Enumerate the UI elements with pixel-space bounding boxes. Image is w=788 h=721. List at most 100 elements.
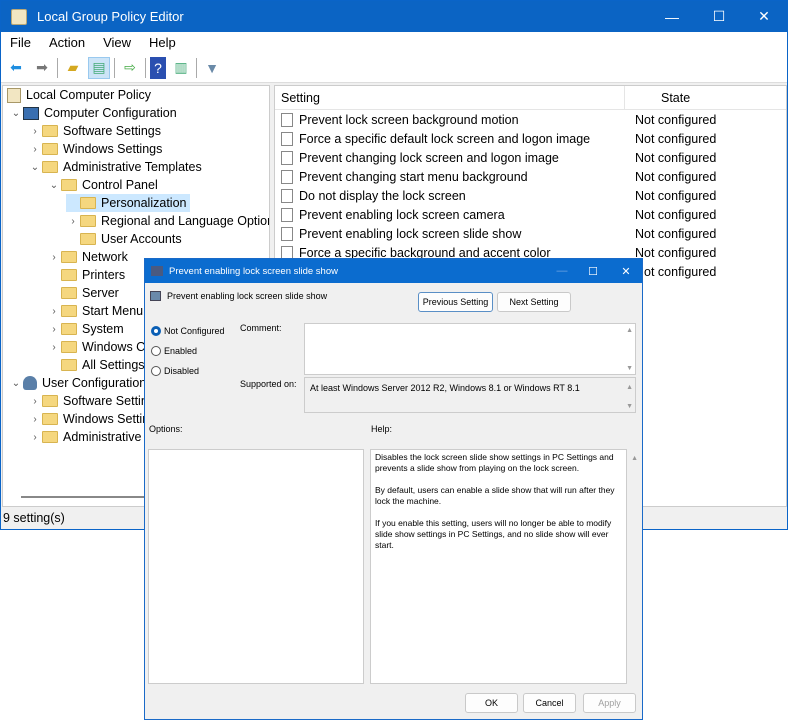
- tree-item[interactable]: ⌄Computer Configuration: [9, 104, 177, 122]
- minimize-button[interactable]: —: [649, 1, 695, 32]
- setting-cell: Prevent enabling lock screen slide show: [275, 227, 625, 241]
- state-cell: Not configured: [625, 113, 716, 127]
- help-paragraph: Disables the lock screen slide show sett…: [375, 452, 622, 474]
- tree-item[interactable]: ›Network: [47, 248, 128, 266]
- tree-item[interactable]: › Software Settings: [28, 122, 161, 140]
- dialog-maximize-button[interactable]: ☐: [578, 259, 608, 283]
- table-row[interactable]: Prevent changing start menu backgroundNo…: [275, 167, 786, 186]
- menu-file[interactable]: File: [1, 35, 40, 50]
- tree-item-label: User Accounts: [101, 232, 182, 246]
- tree-item-label: All Settings: [82, 358, 145, 372]
- tree-item[interactable]: ⌄User Configuration: [9, 374, 146, 392]
- folder-icon: [80, 215, 96, 227]
- user-icon: [23, 376, 37, 390]
- show-hide-tree-icon[interactable]: ▤: [88, 57, 110, 79]
- policy-icon: [7, 88, 21, 103]
- tree-item-label: Administrative Templates: [63, 160, 202, 174]
- options-label: Options:: [149, 424, 183, 434]
- dialog-icon: [151, 266, 163, 276]
- forward-icon[interactable]: ➡: [31, 57, 53, 79]
- cancel-button[interactable]: Cancel: [523, 693, 576, 713]
- setting-cell: Prevent enabling lock screen camera: [275, 208, 625, 222]
- setting-name: Prevent changing start menu background: [299, 170, 528, 184]
- tree-item[interactable]: Server: [47, 284, 119, 302]
- help-pane[interactable]: Disables the lock screen slide show sett…: [370, 449, 627, 684]
- chevron-icon[interactable]: ›: [28, 144, 42, 155]
- tree-item[interactable]: ›System: [47, 320, 124, 338]
- tree-item[interactable]: Printers: [47, 266, 125, 284]
- radio-enabled[interactable]: Enabled: [151, 346, 197, 356]
- chevron-icon[interactable]: ›: [47, 252, 61, 263]
- folder-icon: [42, 413, 58, 425]
- table-row[interactable]: Prevent changing lock screen and logon i…: [275, 148, 786, 167]
- setting-cell: Force a specific default lock screen and…: [275, 132, 625, 146]
- apply-button[interactable]: Apply: [583, 693, 636, 713]
- radio-disabled[interactable]: Disabled: [151, 366, 199, 376]
- menu-help[interactable]: Help: [140, 35, 185, 50]
- setting-name: Force a specific default lock screen and…: [299, 132, 590, 146]
- chevron-icon[interactable]: ⌄: [28, 162, 42, 173]
- chevron-icon[interactable]: ›: [47, 342, 61, 353]
- menu-view[interactable]: View: [94, 35, 140, 50]
- filter-icon[interactable]: ▼: [201, 57, 223, 79]
- help-paragraph: By default, users can enable a slide sho…: [375, 485, 622, 507]
- tree-item[interactable]: User Accounts: [66, 230, 182, 248]
- column-header-state[interactable]: State: [625, 91, 690, 105]
- chevron-icon[interactable]: ›: [28, 126, 42, 137]
- close-button[interactable]: ✕: [741, 1, 787, 32]
- help-icon[interactable]: ?: [150, 57, 166, 79]
- chevron-icon[interactable]: ›: [47, 324, 61, 335]
- ok-button[interactable]: OK: [465, 693, 518, 713]
- back-icon[interactable]: ⬅: [5, 57, 27, 79]
- tree-item[interactable]: Local Computer Policy: [7, 86, 151, 104]
- chevron-icon[interactable]: ›: [28, 396, 42, 407]
- tree-item[interactable]: ›Software Settings: [28, 392, 161, 410]
- tree-item[interactable]: ›Windows Settings: [28, 410, 162, 428]
- chevron-icon[interactable]: ›: [28, 432, 42, 443]
- tree-item-label: Software Settings: [63, 124, 161, 138]
- dialog-minimize-button[interactable]: —: [547, 259, 577, 283]
- radio-not-configured[interactable]: Not Configured: [151, 326, 225, 336]
- table-row[interactable]: Prevent enabling lock screen cameraNot c…: [275, 205, 786, 224]
- tree-item-label: Printers: [82, 268, 125, 282]
- maximize-button[interactable]: ☐: [696, 1, 742, 32]
- up-folder-icon[interactable]: ▰: [62, 57, 84, 79]
- state-cell: Not configured: [625, 208, 716, 222]
- chevron-icon[interactable]: ⌄: [9, 108, 23, 119]
- table-row[interactable]: Prevent enabling lock screen slide showN…: [275, 224, 786, 243]
- tree-item-label: Personalization: [101, 196, 190, 210]
- table-row[interactable]: Force a specific default lock screen and…: [275, 129, 786, 148]
- chevron-icon[interactable]: ⌄: [47, 180, 61, 191]
- tree-item[interactable]: Personalization: [66, 194, 190, 212]
- toolbar-separator: [196, 58, 197, 78]
- state-cell: Not configured: [625, 189, 716, 203]
- menu-action[interactable]: Action: [40, 35, 94, 50]
- tree-item[interactable]: ›Regional and Language Options: [66, 212, 270, 230]
- chevron-icon[interactable]: ⌄: [9, 378, 23, 389]
- export-list-icon[interactable]: ⇨: [119, 57, 141, 79]
- column-header-setting[interactable]: Setting: [275, 86, 625, 109]
- table-row[interactable]: Prevent lock screen background motionNot…: [275, 110, 786, 129]
- previous-setting-button[interactable]: Previous Setting: [418, 292, 493, 312]
- setting-name: Prevent enabling lock screen slide show: [299, 227, 521, 241]
- chevron-icon[interactable]: ›: [66, 216, 80, 227]
- tree-item[interactable]: ⌄Control Panel: [47, 176, 158, 194]
- comment-input[interactable]: ▲▼: [304, 323, 636, 375]
- setting-name: Prevent enabling lock screen slide show: [167, 291, 327, 301]
- title-bar: Local Group Policy Editor — ☐ ✕: [1, 1, 787, 32]
- toolbar: ⬅ ➡ ▰ ▤ ⇨ ? ▥ ▼: [1, 53, 787, 83]
- chevron-icon[interactable]: ›: [47, 306, 61, 317]
- tree-item[interactable]: All Settings: [47, 356, 145, 374]
- next-setting-button[interactable]: Next Setting: [497, 292, 571, 312]
- dialog-close-button[interactable]: ✕: [611, 259, 641, 283]
- tree-item[interactable]: ›Windows Settings: [28, 140, 162, 158]
- table-row[interactable]: Do not display the lock screenNot config…: [275, 186, 786, 205]
- tree-item[interactable]: ⌄ Administrative Templates: [28, 158, 202, 176]
- policy-setting-icon: [281, 170, 293, 184]
- policy-dialog: Prevent enabling lock screen slide show …: [144, 258, 643, 720]
- setting-cell: Do not display the lock screen: [275, 189, 625, 203]
- folder-icon: [61, 179, 77, 191]
- list-header: Setting State: [275, 86, 786, 110]
- show-action-pane-icon[interactable]: ▥: [170, 57, 192, 79]
- chevron-icon[interactable]: ›: [28, 414, 42, 425]
